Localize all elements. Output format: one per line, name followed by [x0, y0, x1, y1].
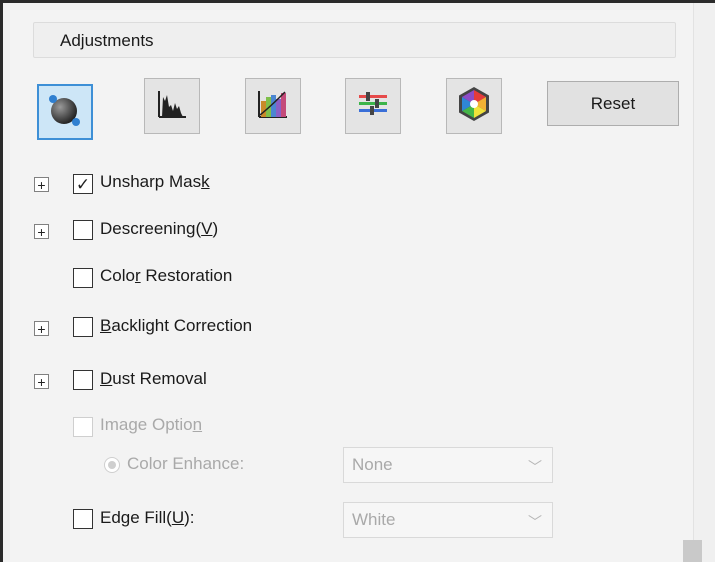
vertical-scrollbar[interactable]: [693, 3, 715, 562]
dust-removal-label[interactable]: Dust Removal: [100, 369, 207, 389]
dust-removal-expander[interactable]: +: [34, 374, 49, 389]
unsharp-mask-checkbox[interactable]: ✓: [73, 174, 93, 194]
edge-fill-label[interactable]: Edge Fill(U):: [100, 508, 194, 528]
unsharp-mask-label[interactable]: Unsharp Mask: [100, 172, 210, 192]
backlight-correction-label[interactable]: Backlight Correction: [100, 316, 252, 336]
image-option-checkbox[interactable]: [73, 417, 93, 437]
scrollbar-thumb[interactable]: [683, 540, 702, 562]
tone-curve-button[interactable]: [245, 78, 301, 134]
color-enhance-dropdown[interactable]: None ﹀: [343, 447, 553, 483]
edge-fill-value: White: [352, 510, 396, 529]
color-balance-button[interactable]: [345, 78, 401, 134]
check-mark-icon: ✓: [75, 174, 91, 194]
descreening-checkbox[interactable]: [73, 220, 93, 240]
descreening-label[interactable]: Descreening(V): [100, 219, 218, 239]
chevron-down-icon: ﹀: [528, 514, 542, 530]
reset-button[interactable]: Reset: [547, 81, 679, 126]
reset-label: Reset: [590, 93, 636, 113]
color-balance-icon: [355, 87, 391, 126]
tone-curve-icon: [255, 87, 291, 126]
color-enhance-label: Color Enhance:: [127, 454, 245, 473]
chevron-down-icon: ﹀: [528, 459, 542, 475]
edge-fill-dropdown[interactable]: White ﹀: [343, 502, 553, 538]
descreening-expander[interactable]: +: [34, 224, 49, 239]
histogram-button[interactable]: [144, 78, 200, 134]
unsharp-mask-expander[interactable]: +: [34, 177, 49, 192]
color-enhance-value: None: [352, 455, 393, 474]
image-option-label: Image Option: [100, 415, 203, 434]
color-restoration-checkbox[interactable]: [73, 268, 93, 288]
color-palette-icon: [455, 85, 493, 128]
auto-exposure-icon: [45, 90, 85, 135]
histogram-icon: [155, 87, 189, 126]
auto-exposure-button[interactable]: [37, 84, 93, 140]
color-palette-button[interactable]: [446, 78, 502, 134]
color-enhance-radio[interactable]: [104, 457, 120, 473]
dust-removal-checkbox[interactable]: [73, 370, 93, 390]
backlight-correction-checkbox[interactable]: [73, 317, 93, 337]
edge-fill-checkbox[interactable]: [73, 509, 93, 529]
backlight-correction-expander[interactable]: +: [34, 321, 49, 336]
adjustments-title: Adjustments: [60, 31, 154, 50]
color-restoration-label[interactable]: Color Restoration: [100, 266, 232, 286]
